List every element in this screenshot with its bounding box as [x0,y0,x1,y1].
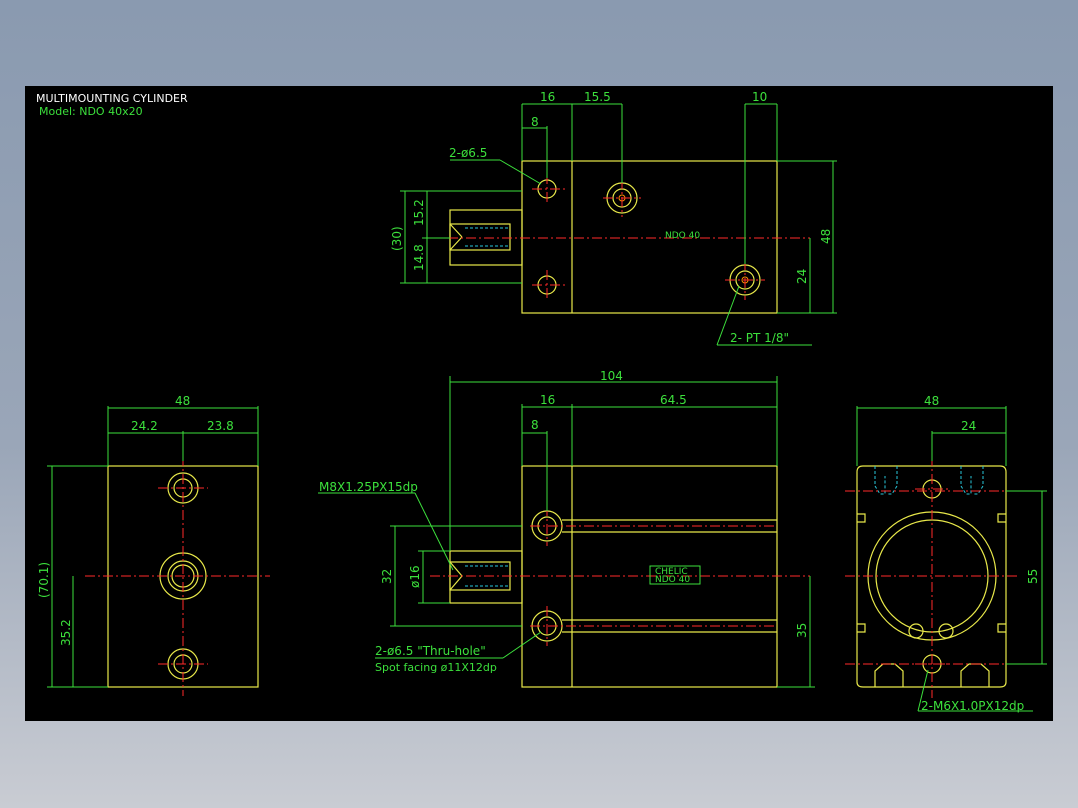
callout-spot-facing: Spot facing ø11X12dp [375,661,497,674]
dim-48-top-right: 48 [819,229,833,244]
callout-thru-hole: 2-ø6.5 "Thru-hole" [375,644,486,658]
dim-15-2: 15.2 [412,199,426,226]
callout-2-hole-top: 2-ø6.5 [449,146,487,160]
dim-24-top-right: 24 [795,269,809,284]
dim-8-top: 8 [531,115,539,129]
callout-m6-thread: 2-M6X1.0PX12dp [921,699,1024,713]
top-body-outline [521,160,778,314]
dim-30-paren: (30) [390,226,404,251]
dim-dia-16: ø16 [408,565,422,588]
dim-24-right: 24 [961,419,976,433]
callout-pt-port: 2- PT 1/8" [730,331,789,345]
top-view: NDO 40 16 15.5 10 8 15.2 14.8 (30) 48 24 [390,90,837,346]
left-view: 48 24.2 23.8 (70.1) 35.2 [37,394,270,696]
callout-rod-thread: M8X1.25PX15dp [319,480,418,494]
dim-35: 35 [795,623,809,638]
dim-23-8: 23.8 [207,419,234,433]
dim-64-5: 64.5 [660,393,687,407]
dim-48-right: 48 [924,394,939,408]
model-label: Model: NDO 40x20 [39,105,143,118]
cad-drawing: MULTIMOUNTING CYLINDER Model: NDO 40x20 … [36,90,1047,713]
right-view: 48 24 55 2-M6X1.0PX12dp [845,394,1047,713]
side-view: CHELIC NDO 40 104 16 64.5 8 32 ø16 35 M8… [318,369,815,688]
dim-48-left: 48 [175,394,190,408]
dim-10-top: 10 [752,90,767,104]
dim-70-1-paren: (70.1) [37,562,51,598]
top-center-mark: NDO 40 [665,231,700,241]
dim-35-2: 35.2 [59,619,73,646]
dim-55: 55 [1026,569,1040,584]
dim-32: 32 [380,569,394,584]
dim-16-top: 16 [540,90,555,104]
dim-15-5-top: 15.5 [584,90,611,104]
dim-16-side: 16 [540,393,555,407]
dim-104: 104 [600,369,623,383]
drawing-sheet: MULTIMOUNTING CYLINDER Model: NDO 40x20 … [25,86,1053,721]
dim-24-2: 24.2 [131,419,158,433]
dim-8-side: 8 [531,418,539,432]
drawing-title: MULTIMOUNTING CYLINDER [36,92,188,105]
label-plate-model: NDO 40 [655,575,690,585]
dim-14-8: 14.8 [412,244,426,271]
